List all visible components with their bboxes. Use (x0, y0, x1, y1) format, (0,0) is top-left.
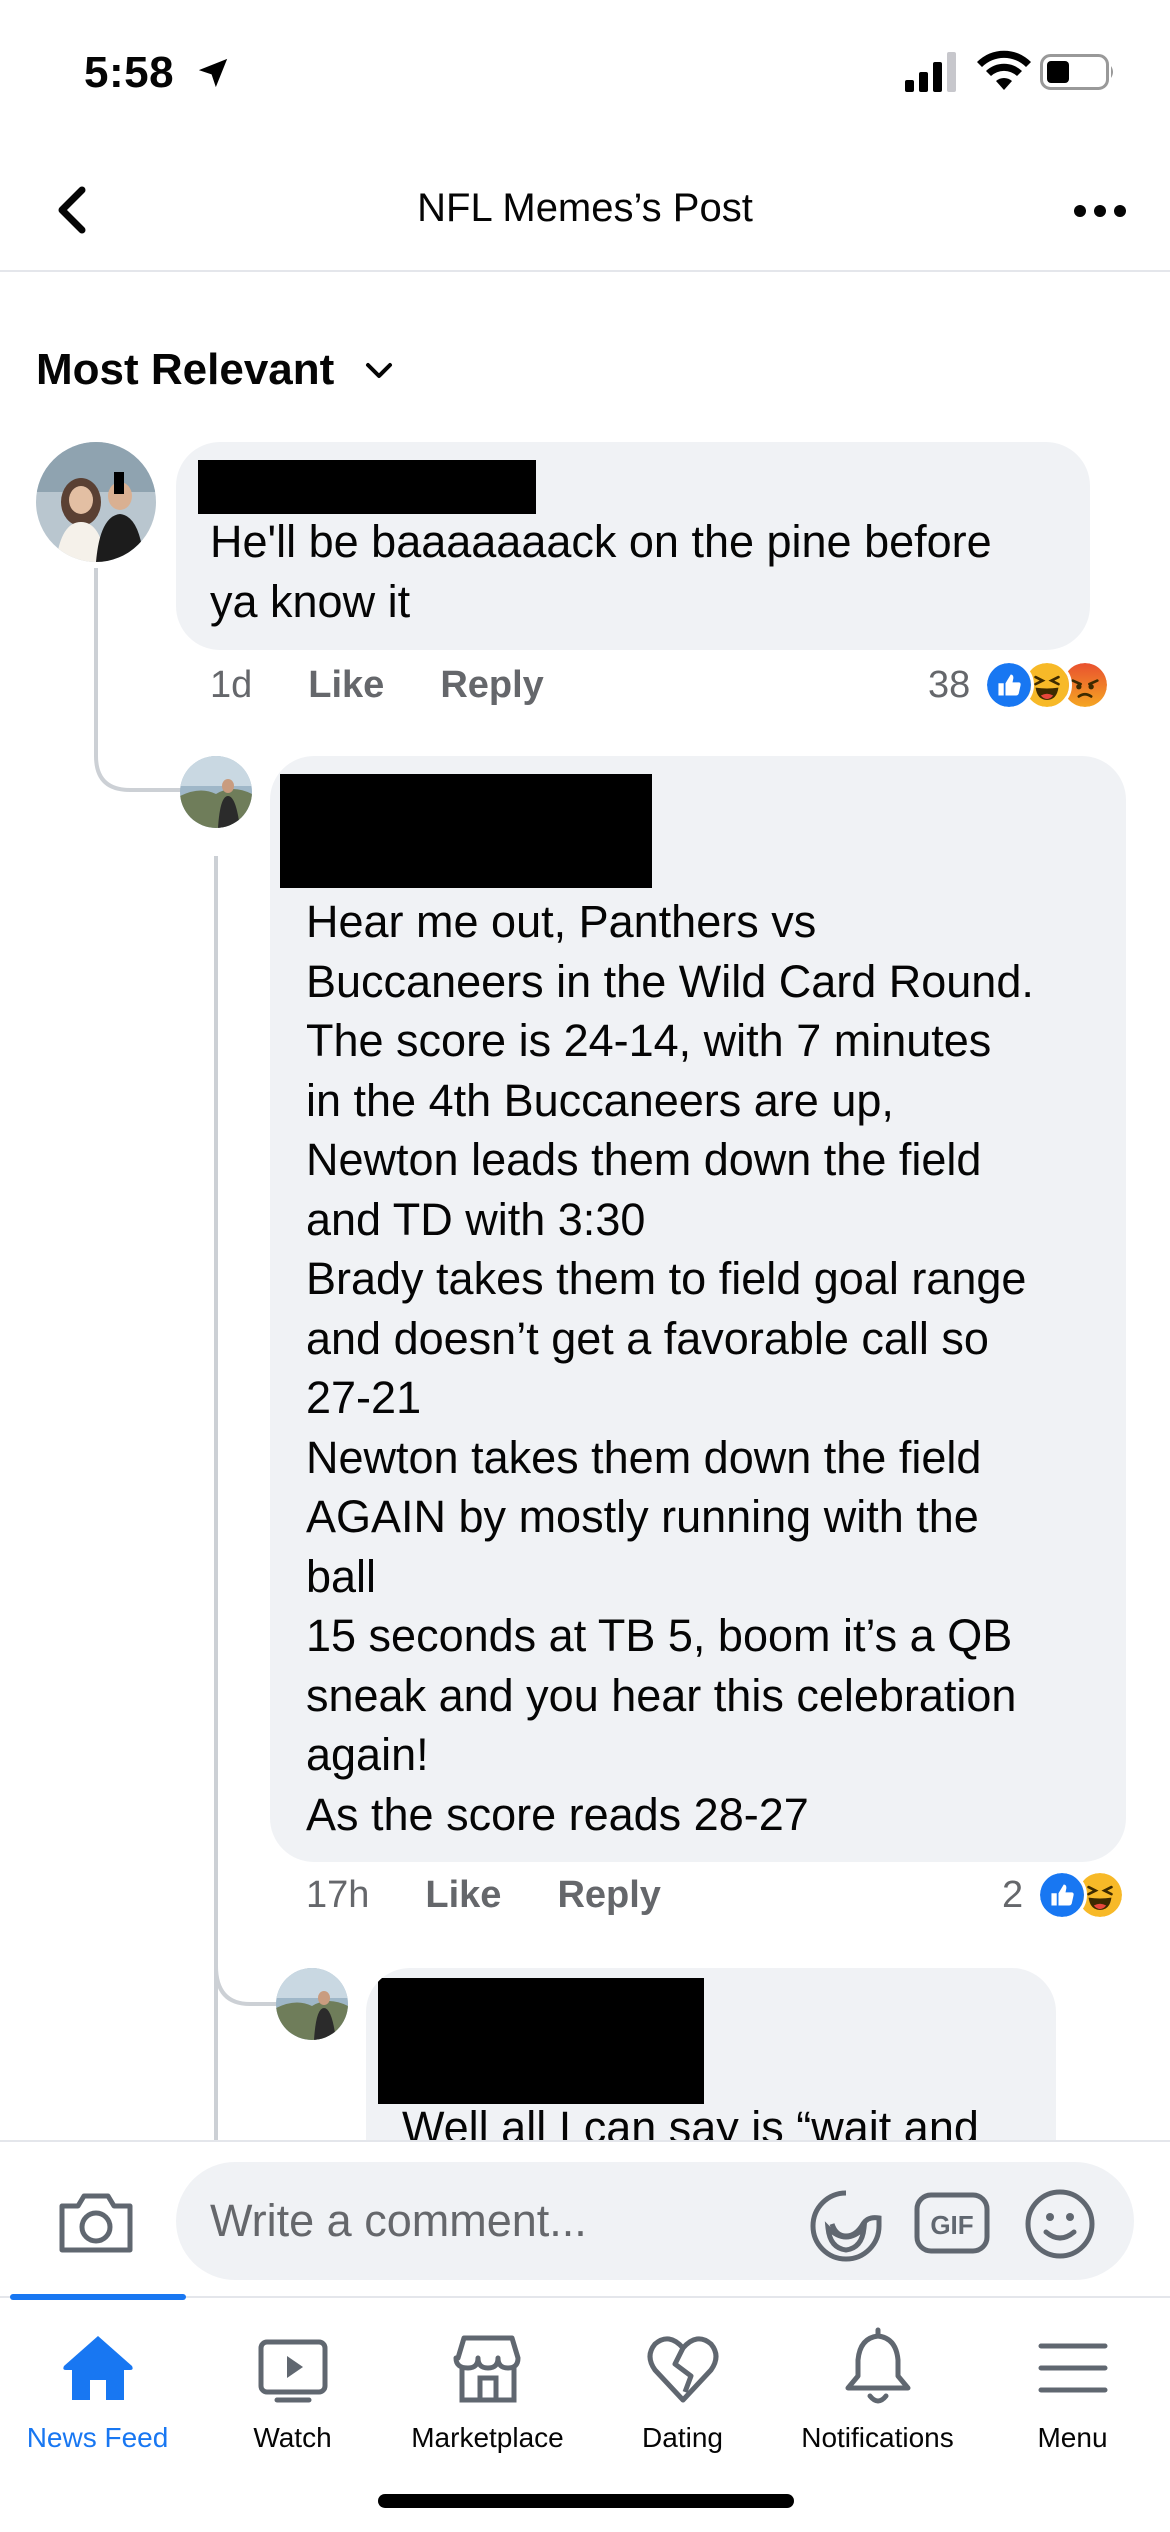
tab-menu[interactable]: Menu (975, 2298, 1170, 2498)
redacted-name (198, 460, 536, 514)
reaction-count: 2 (1002, 1873, 1024, 1916)
comment-text: He'll be baaaaaaack on the pine before y… (210, 516, 992, 627)
comment-sort-dropdown[interactable]: Most Relevant (36, 340, 394, 400)
comment-composer: GIF (0, 2140, 1170, 2296)
post-header: NFL Memes’s Post (0, 150, 1170, 272)
redacted-name (378, 1978, 704, 2104)
reaction-summary[interactable]: 38 (928, 660, 1111, 710)
tab-watch[interactable]: Watch (195, 2298, 390, 2498)
battery-icon (1040, 54, 1113, 90)
comment-actions: 1d Like Reply (210, 664, 544, 707)
tab-label: Menu (1037, 2422, 1108, 2453)
avatar[interactable] (36, 442, 156, 562)
reply-button[interactable]: Reply (440, 664, 543, 707)
tab-label: Marketplace (411, 2422, 564, 2453)
comment-text: Hear me out, Panthers vs Buccaneers in t… (306, 896, 1034, 1840)
avatar[interactable] (276, 1968, 348, 2040)
reply-thread-line (214, 856, 218, 2146)
thread-connector-curve (94, 730, 182, 792)
status-time: 5:58 (84, 48, 175, 97)
reaction-summary[interactable]: 2 (1002, 1870, 1126, 1920)
reply-bubble[interactable]: Well all I can say is “wait and (366, 1968, 1056, 2168)
tab-notifications[interactable]: Notifications (780, 2298, 975, 2498)
comment-time: 17h (306, 1874, 370, 1916)
like-icon (984, 660, 1035, 710)
reaction-count: 38 (928, 663, 971, 706)
tab-label: Dating (642, 2422, 723, 2453)
reply-button[interactable]: Reply (557, 1874, 660, 1917)
tab-news-feed[interactable]: News Feed (0, 2294, 195, 2498)
redacted-name (280, 774, 652, 888)
comment-actions: 17h Like Reply (306, 1874, 661, 1917)
watch-icon (258, 2339, 327, 2403)
status-bar: 5:58 (0, 0, 1170, 150)
sticker-icon[interactable] (808, 2188, 884, 2264)
wifi-icon (977, 50, 1031, 90)
dating-icon (647, 2336, 718, 2403)
sort-label: Most Relevant (36, 345, 335, 394)
chevron-down-icon (366, 363, 393, 378)
camera-icon[interactable] (56, 2190, 136, 2256)
like-button[interactable]: Like (425, 1874, 501, 1917)
tab-label: Watch (253, 2422, 332, 2453)
location-arrow-icon (198, 58, 228, 88)
gif-icon[interactable]: GIF (914, 2192, 990, 2254)
reply-thread-curve (214, 1960, 282, 2006)
bell-icon (845, 2327, 910, 2404)
menu-icon (1038, 2343, 1107, 2393)
avatar[interactable] (180, 756, 252, 828)
marketplace-icon (453, 2335, 520, 2403)
reply-bubble[interactable]: Hear me out, Panthers vs Buccaneers in t… (270, 756, 1126, 1862)
tab-label: Notifications (801, 2422, 954, 2453)
tab-marketplace[interactable]: Marketplace (390, 2298, 585, 2498)
comment-bubble[interactable]: He'll be baaaaaaack on the pine before y… (176, 442, 1090, 650)
home-indicator (378, 2494, 794, 2508)
comment-input[interactable] (176, 2162, 1134, 2280)
like-icon (1037, 1870, 1088, 1920)
svg-text:GIF: GIF (930, 2210, 973, 2240)
comment-time: 1d (210, 664, 253, 706)
like-button[interactable]: Like (308, 664, 384, 707)
more-options-icon[interactable] (1070, 186, 1130, 236)
tab-dating[interactable]: Dating (585, 2298, 780, 2498)
emoji-icon[interactable] (1024, 2188, 1096, 2260)
cellular-signal-icon (905, 52, 956, 92)
home-icon (62, 2336, 133, 2400)
thread-connector-line (94, 568, 98, 738)
tab-label: News Feed (26, 2422, 169, 2453)
page-title: NFL Memes’s Post (417, 186, 753, 230)
active-tab-indicator (10, 2294, 186, 2300)
